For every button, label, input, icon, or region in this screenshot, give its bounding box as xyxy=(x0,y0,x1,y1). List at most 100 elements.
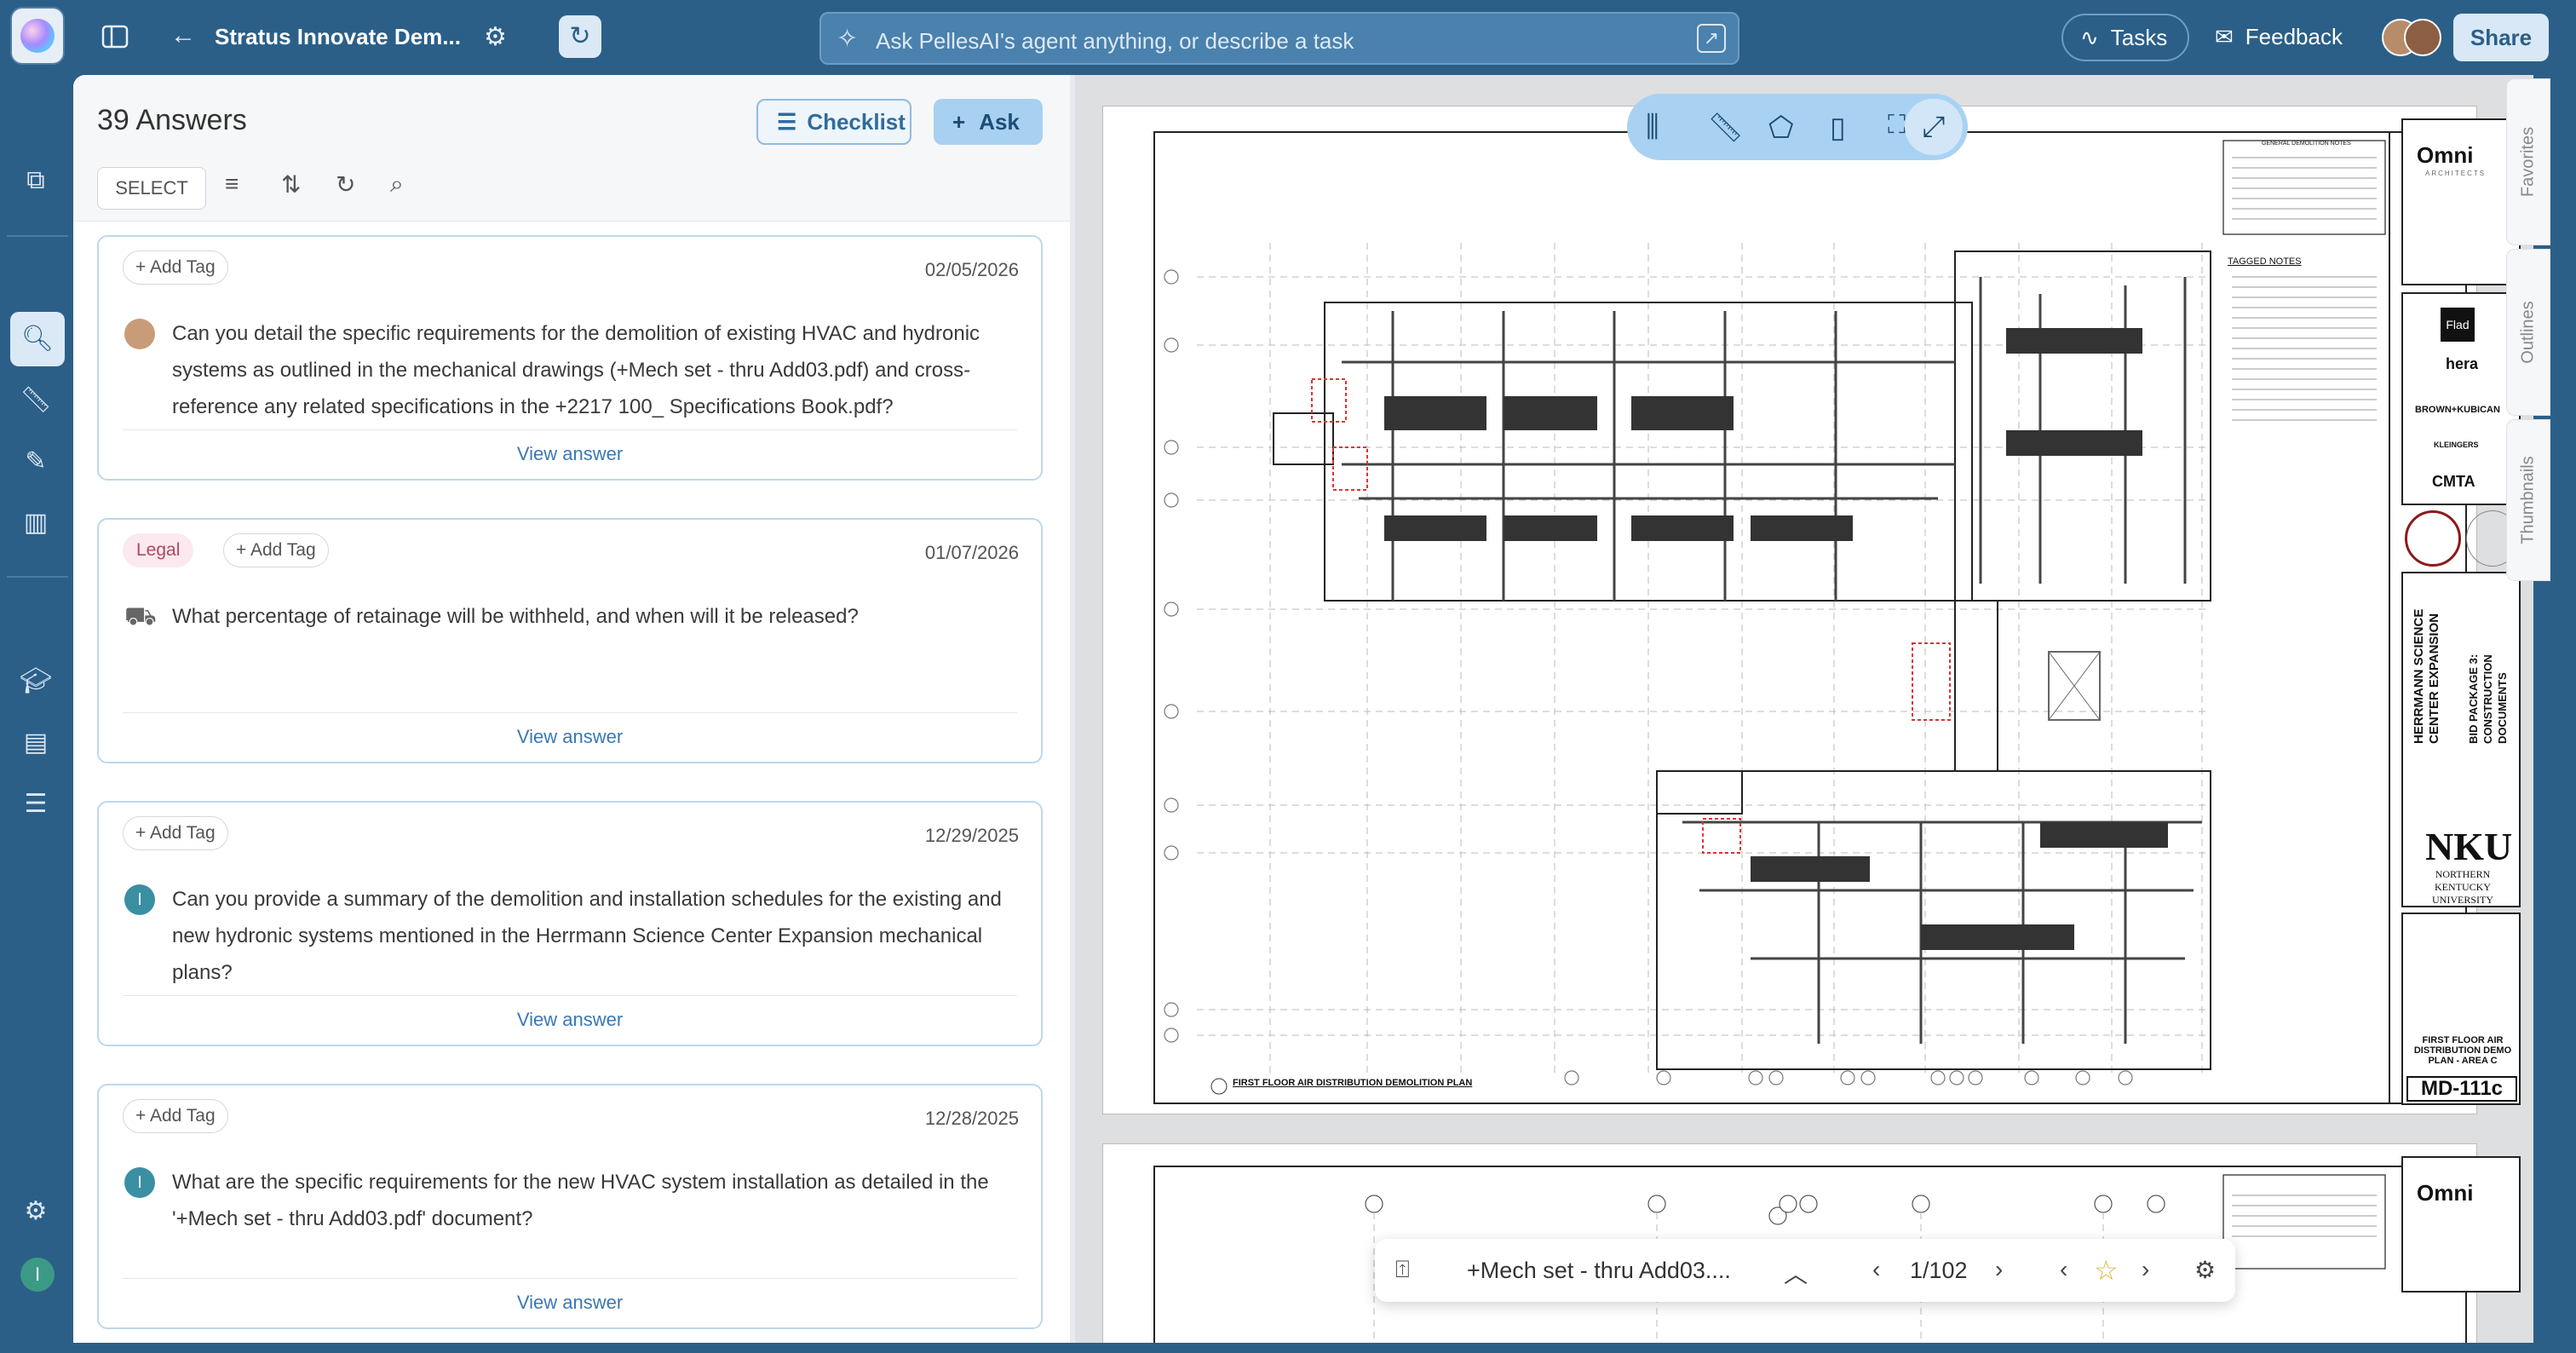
gear-icon[interactable]: ⚙ xyxy=(2194,1256,2216,1284)
feedback-label: Feedback xyxy=(2245,24,2343,49)
architect-logo: Omni xyxy=(2417,1180,2474,1206)
markup-toolbar: ⫼ 📏︎ ⬠ ▯ ⛶ ⤢ xyxy=(1627,94,1968,160)
tagged-notes-title: TAGGED NOTES xyxy=(2228,256,2302,267)
author-avatar xyxy=(124,319,155,349)
chevron-up-icon[interactable]: ︿ xyxy=(1784,1256,1808,1290)
view-answer-link[interactable]: View answer xyxy=(99,726,1041,748)
prev-page-icon[interactable]: ‹ xyxy=(1872,1256,1880,1283)
legal-tag[interactable]: Legal xyxy=(123,533,194,567)
tasks-button[interactable]: ∿ Tasks xyxy=(2061,14,2189,61)
add-tag-button[interactable]: + Add Tag xyxy=(123,816,228,850)
back-arrow-icon[interactable]: ← xyxy=(170,20,196,51)
answer-card[interactable]: + Add Tag 02/05/2026 Can you detail the … xyxy=(97,235,1043,481)
report-icon[interactable]: ▤ xyxy=(15,723,56,763)
page-indicator[interactable]: 1/102 xyxy=(1910,1258,1968,1284)
university-mark: NKU xyxy=(2425,825,2513,868)
ruler-icon[interactable]: 📏︎ xyxy=(15,380,56,421)
add-tag-button[interactable]: + Add Tag xyxy=(223,533,329,567)
star-icon[interactable]: ☆ xyxy=(2094,1254,2119,1287)
documents-icon[interactable]: ⧉ xyxy=(15,160,56,201)
checklist-icon[interactable]: ☰ xyxy=(15,784,56,825)
sheet-info-block: FIRST FLOOR AIR DISTRIBUTION DEMO PLAN -… xyxy=(2401,913,2521,1105)
refresh-button[interactable]: ↻ xyxy=(559,15,601,58)
document-icon[interactable]: ▯ xyxy=(1830,111,1846,145)
sidebar-toggle-icon[interactable] xyxy=(101,22,129,59)
tab-label: Thumbnails xyxy=(2518,456,2538,544)
sheet-title: FIRST FLOOR AIR DISTRIBUTION DEMO PLAN -… xyxy=(2413,1035,2512,1066)
feedback-button[interactable]: ✉ Feedback xyxy=(2215,24,2343,50)
ask-agent-bar[interactable]: ✧ Ask PellesAI's agent anything, or desc… xyxy=(819,12,1739,65)
add-tag-button[interactable]: + Add Tag xyxy=(123,250,228,285)
collaborator-avatars[interactable] xyxy=(2382,19,2447,58)
truck-icon: ⛟ xyxy=(124,602,157,630)
next-page-icon[interactable]: › xyxy=(1995,1256,2003,1283)
ask-label: Ask xyxy=(979,109,1020,135)
grid-lines-icon[interactable]: ⫼ xyxy=(1646,111,1659,144)
app-logo[interactable] xyxy=(10,7,65,65)
filter-icon[interactable]: ≡ xyxy=(225,170,239,198)
answer-card[interactable]: + Add Tag 12/28/2025 I What are the spec… xyxy=(97,1084,1043,1329)
document-name[interactable]: +Mech set - thru Add03.... xyxy=(1467,1258,1731,1284)
card-divider xyxy=(123,995,1017,996)
plus-icon: + xyxy=(952,109,966,135)
checklist-button[interactable]: ☰ Checklist xyxy=(756,99,911,145)
drawing-viewer[interactable]: GENERAL DEMOLITION NOTES TAGGED NOTES FI… xyxy=(1075,75,2533,1343)
architect-logo: Omni xyxy=(2417,142,2474,168)
add-tag-button[interactable]: + Add Tag xyxy=(123,1099,228,1133)
project-info-block: HERRMANN SCIENCE CENTER EXPANSION BID PA… xyxy=(2401,572,2521,907)
ask-agent-placeholder: Ask PellesAI's agent anything, or descri… xyxy=(876,28,1354,54)
project-title[interactable]: Stratus Innovate Dem... xyxy=(215,24,461,50)
book-icon[interactable]: ▥ xyxy=(15,503,56,544)
user-avatar[interactable]: I xyxy=(20,1258,55,1292)
tab-outlines[interactable]: Outlines xyxy=(2506,249,2550,416)
search-icon[interactable]: ⌕ xyxy=(390,170,404,199)
graduation-cap-icon[interactable]: 🎓︎ xyxy=(15,661,56,702)
view-answer-link[interactable]: View answer xyxy=(99,1292,1041,1314)
side-tabs: Favorites Outlines Thumbnails xyxy=(2506,78,2550,581)
drawing-sheet: GENERAL DEMOLITION NOTES TAGGED NOTES FI… xyxy=(1102,106,2521,1114)
sort-icon[interactable]: ⇅ xyxy=(281,170,301,199)
fullscreen-icon[interactable]: ⤢ xyxy=(1905,99,1963,155)
scan-icon[interactable]: ⛶ xyxy=(1888,111,1906,140)
answers-panel: 39 Answers ☰ Checklist + Ask SELECT ≡ ⇅ ↻ … xyxy=(73,75,1070,1343)
window-edge xyxy=(2550,75,2576,1353)
university-name: NORTHERN KENTUCKY UNIVERSITY xyxy=(2432,868,2493,906)
consultant-logo: KLEINGERS xyxy=(2434,440,2479,449)
bid-package: BID PACKAGE 3: CONSTRUCTION DOCUMENTS xyxy=(2467,653,2509,744)
pen-icon[interactable]: ✎ xyxy=(15,441,56,482)
ask-button[interactable]: + Ask xyxy=(934,99,1043,145)
prev-favorite-icon[interactable]: ‹ xyxy=(2060,1256,2067,1283)
tab-thumbnails[interactable]: Thumbnails xyxy=(2506,419,2550,581)
refresh-icon[interactable]: ↻ xyxy=(336,170,355,199)
gear-icon[interactable]: ⚙ xyxy=(484,22,507,53)
ruler-icon[interactable]: 📏︎ xyxy=(1707,111,1744,145)
sheet-number: MD-111c xyxy=(2406,1076,2517,1102)
page-navigation-bar: ⍐ +Mech set - thru Add03.... ︿ ‹ 1/102 ›… xyxy=(1375,1239,2235,1302)
consultant-logo: hera xyxy=(2446,355,2479,372)
avatar xyxy=(2404,19,2441,56)
settings-doc-icon[interactable]: ⚙ xyxy=(15,1191,56,1232)
consultants-block: Flad hera BROWN+KUBICAN KLEINGERS CMTA xyxy=(2401,292,2521,505)
next-favorite-icon[interactable]: › xyxy=(2142,1256,2149,1283)
tab-label: Favorites xyxy=(2518,126,2538,198)
card-date: 12/28/2025 xyxy=(924,1108,1019,1129)
shape-icon[interactable]: ⬠ xyxy=(1768,111,1794,145)
view-answer-link[interactable]: View answer xyxy=(99,443,1041,465)
card-question: Can you detail the specific requirements… xyxy=(172,322,980,418)
answer-card[interactable]: + Add Tag 12/29/2025 I Can you provide a… xyxy=(97,801,1043,1046)
search-docs-icon[interactable]: 🔍︎ xyxy=(10,312,65,366)
upload-icon[interactable]: ⍐ xyxy=(1395,1256,1410,1284)
answer-card[interactable]: Legal + Add Tag 01/07/2026 ⛟ What percen… xyxy=(97,518,1043,763)
consultant-logo: BROWN+KUBICAN xyxy=(2415,405,2500,415)
tab-favorites[interactable]: Favorites xyxy=(2506,78,2550,245)
select-button[interactable]: SELECT xyxy=(97,167,206,210)
card-question: What are the specific requirements for t… xyxy=(172,1171,989,1230)
view-answer-link[interactable]: View answer xyxy=(99,1009,1041,1031)
answers-count-title: 39 Answers xyxy=(97,104,247,136)
rail-divider xyxy=(7,235,68,237)
open-external-icon[interactable]: ↗ xyxy=(1697,24,1726,53)
project-name: HERRMANN SCIENCE CENTER EXPANSION xyxy=(2412,608,2441,744)
tab-label: Outlines xyxy=(2518,301,2538,364)
architect-block: Omni ARCHITECTS xyxy=(2401,118,2521,285)
share-button[interactable]: Share xyxy=(2453,14,2549,61)
